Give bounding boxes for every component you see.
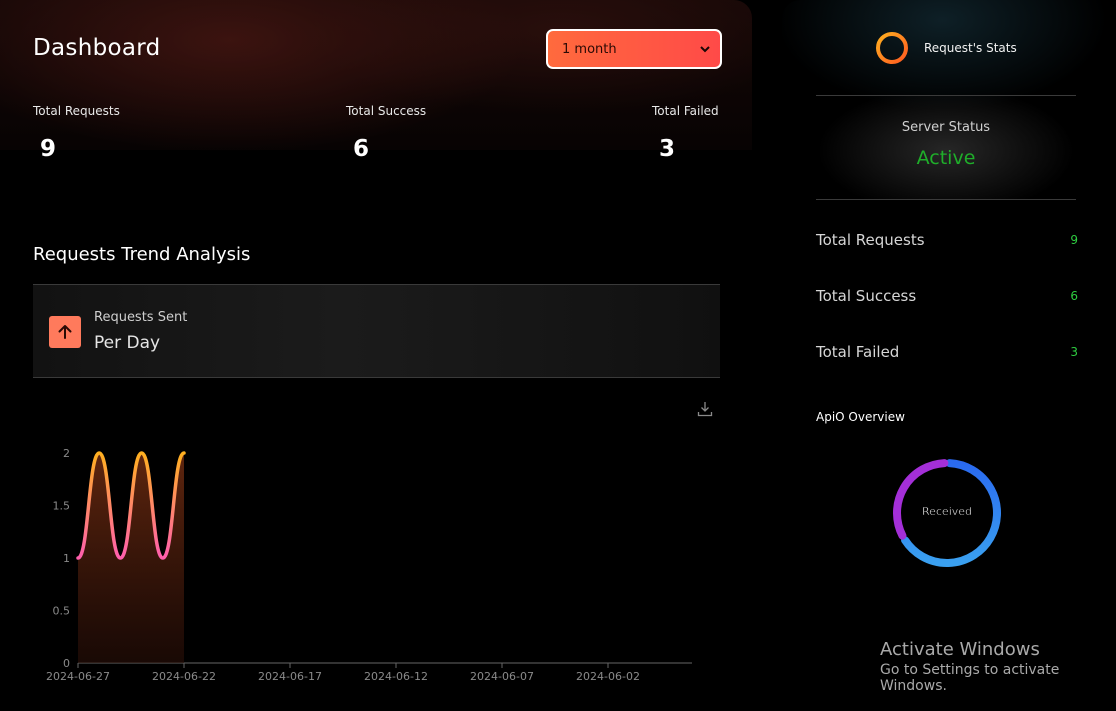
- stat-value: 3: [659, 136, 676, 162]
- row-label: Total Failed: [816, 343, 900, 361]
- stat-value: 6: [353, 136, 370, 162]
- stat-label: Total Success: [346, 104, 427, 118]
- row-label: Total Success: [816, 287, 917, 305]
- time-range-select[interactable]: 1 month: [546, 29, 722, 69]
- server-status-label: Server Status: [901, 120, 991, 135]
- ring-icon: [876, 32, 908, 64]
- stat-label: Total Requests: [33, 104, 120, 118]
- chevron-down-icon: [700, 46, 710, 53]
- stat-label: Total Failed: [652, 104, 719, 118]
- row-value: 3: [1070, 345, 1078, 359]
- x-tick-label: 2024-06-07: [470, 670, 534, 683]
- download-icon[interactable]: [697, 401, 713, 417]
- y-tick-label: 1.5: [53, 500, 71, 513]
- stat-total-requests: Total Requests 9: [33, 104, 120, 162]
- y-tick-label: 0: [63, 657, 70, 670]
- section-title: Requests Trend Analysis: [33, 244, 251, 265]
- x-tick-label: 2024-06-27: [46, 670, 110, 683]
- y-tick-label: 2: [63, 447, 70, 460]
- donut-center-label: Received: [922, 505, 972, 518]
- row-value: 6: [1070, 289, 1078, 303]
- watermark-title: Activate Windows: [880, 639, 1040, 660]
- x-tick-label: 2024-06-17: [258, 670, 322, 683]
- request-stats-panel: Request's Stats Server Status Active Tot…: [782, 0, 1116, 711]
- row-value: 9: [1070, 233, 1078, 247]
- dashboard-main-panel: Dashboard 1 month Total Requests 9 Total…: [0, 0, 752, 711]
- server-status-card: Server Status Active: [816, 95, 1076, 200]
- stat-total-success: Total Success 6: [346, 104, 426, 162]
- requests-sent-card: Requests Sent Per Day: [33, 284, 720, 378]
- side-header: Request's Stats: [875, 31, 1017, 65]
- series-area: [78, 453, 184, 663]
- side-header-label: Request's Stats: [924, 41, 1017, 55]
- app-root: Dashboard 1 month Total Requests 9 Total…: [0, 0, 1116, 711]
- requests-trend-chart: 0 0.5 1 1.5 2 2024-06-27 2024-06-22 2024-06-17 2…: [46, 447, 692, 683]
- x-tick-label: 2024-06-02: [576, 670, 640, 683]
- arrow-up-icon: [49, 316, 81, 348]
- time-range-value: 1 month: [562, 41, 617, 57]
- overview-donut-chart: Received: [893, 459, 1001, 567]
- page-title: Dashboard: [33, 35, 161, 61]
- overview-title: ApiO Overview: [816, 410, 905, 424]
- x-tick-label: 2024-06-12: [364, 670, 428, 683]
- side-row-total-failed: Total Failed 3: [816, 343, 1078, 361]
- y-tick-label: 0.5: [53, 605, 71, 618]
- stat-value: 9: [40, 136, 57, 162]
- x-tick-label: 2024-06-22: [152, 670, 216, 683]
- row-label: Total Requests: [816, 231, 925, 249]
- stat-total-failed: Total Failed 3: [652, 104, 719, 162]
- y-tick-label: 1: [63, 552, 70, 565]
- side-row-total-requests: Total Requests 9: [816, 231, 1078, 249]
- windows-activation-watermark: Activate Windows Go to Settings to activ…: [880, 639, 1116, 694]
- card-label: Requests Sent: [94, 310, 188, 325]
- watermark-subtitle: Go to Settings to activate Windows.: [880, 662, 1060, 694]
- server-status-value: Active: [916, 147, 976, 169]
- donut-slice-failed: [893, 459, 949, 540]
- side-row-total-success: Total Success 6: [816, 287, 1078, 305]
- card-sublabel: Per Day: [94, 333, 161, 353]
